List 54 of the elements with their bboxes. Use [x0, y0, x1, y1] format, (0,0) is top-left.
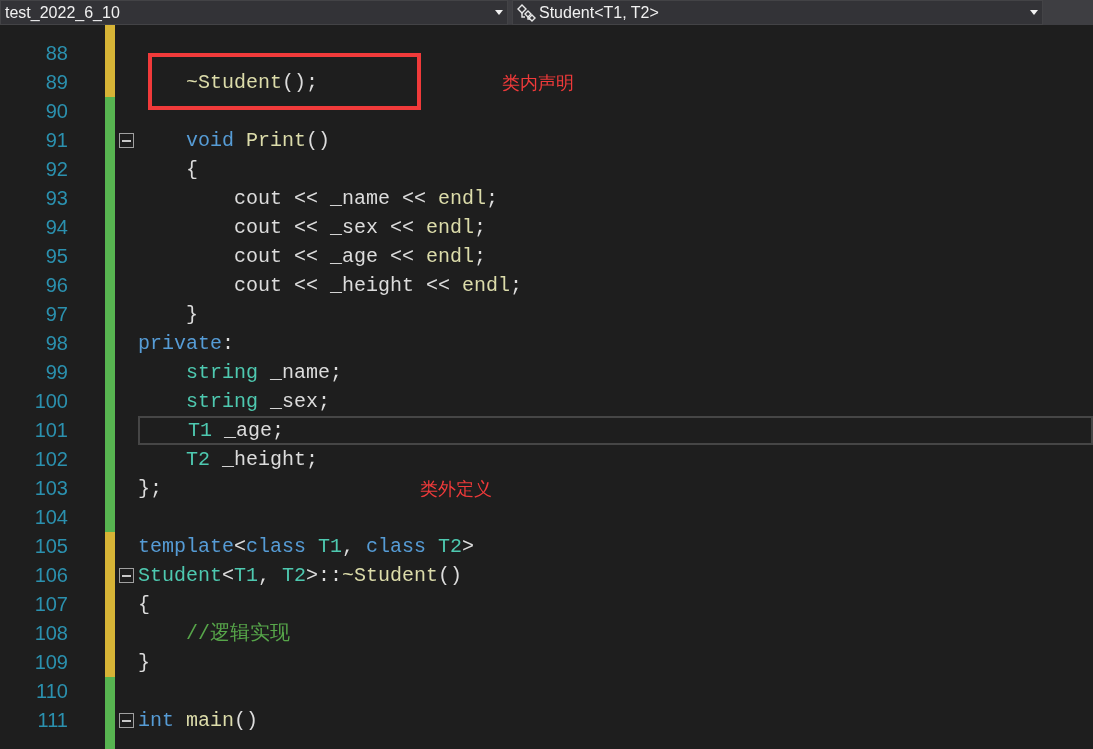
line-number: 106: [34, 563, 68, 588]
line-number: 98: [45, 331, 68, 356]
line-number: 104: [34, 505, 68, 530]
collapse-toggle[interactable]: [119, 713, 134, 728]
line-number: 108: [34, 621, 68, 646]
line-number: 88: [45, 41, 68, 66]
code-line: };: [138, 476, 162, 502]
file-dropdown[interactable]: test_2022_6_10: [0, 0, 508, 25]
code-line: }: [138, 650, 150, 676]
code-line: string _sex;: [185, 389, 331, 415]
code-line: T1 _age;: [187, 418, 285, 444]
line-number: 95: [45, 244, 68, 269]
code-line: {: [185, 157, 198, 183]
code-line: private:: [138, 331, 235, 357]
line-number: 111: [37, 708, 68, 733]
caret-icon: [495, 10, 503, 15]
class-icon: [517, 3, 537, 22]
code-line: //逻辑实现: [185, 621, 290, 647]
line-number: 102: [34, 447, 68, 472]
code-line: int main(): [138, 708, 259, 734]
annotation-text: 类内声明: [502, 72, 574, 95]
line-number: 101: [34, 418, 68, 443]
line-number: 103: [34, 476, 68, 501]
code-line: cout << _height << endl;: [233, 273, 523, 299]
line-number: 93: [45, 186, 68, 211]
line-number: 97: [45, 302, 68, 327]
code-line: T2 _height;: [185, 447, 319, 473]
line-number: 91: [45, 128, 68, 153]
code-line: {: [138, 592, 150, 618]
line-number: 99: [45, 360, 68, 385]
line-number: 89: [45, 70, 68, 95]
collapse-toggle[interactable]: [119, 568, 134, 583]
code-line: void Print(): [185, 128, 331, 154]
collapse-toggle[interactable]: [119, 133, 134, 148]
code-line: template<class T1, class T2>: [138, 534, 475, 560]
line-number: 107: [34, 592, 68, 617]
annotation-text: 类外定义: [420, 478, 492, 501]
line-number: 110: [36, 679, 68, 704]
scope-dropdown[interactable]: Student<T1, T2>: [512, 0, 1043, 25]
line-number: 105: [34, 534, 68, 559]
code-line: cout << _age << endl;: [233, 244, 487, 270]
line-number: 92: [45, 157, 68, 182]
code-line: string _name;: [185, 360, 343, 386]
line-number: 94: [45, 215, 68, 240]
code-line: Student<T1, T2>::~Student(): [138, 563, 463, 589]
caret-icon: [1030, 10, 1038, 15]
line-number: 109: [34, 650, 68, 675]
code-line: }: [185, 302, 198, 328]
line-number: 90: [45, 99, 68, 124]
code-line: cout << _sex << endl;: [233, 215, 487, 241]
code-line: ~Student();: [185, 70, 319, 96]
code-line: cout << _name << endl;: [233, 186, 499, 212]
line-number: 96: [45, 273, 68, 298]
line-number: 100: [34, 389, 68, 414]
